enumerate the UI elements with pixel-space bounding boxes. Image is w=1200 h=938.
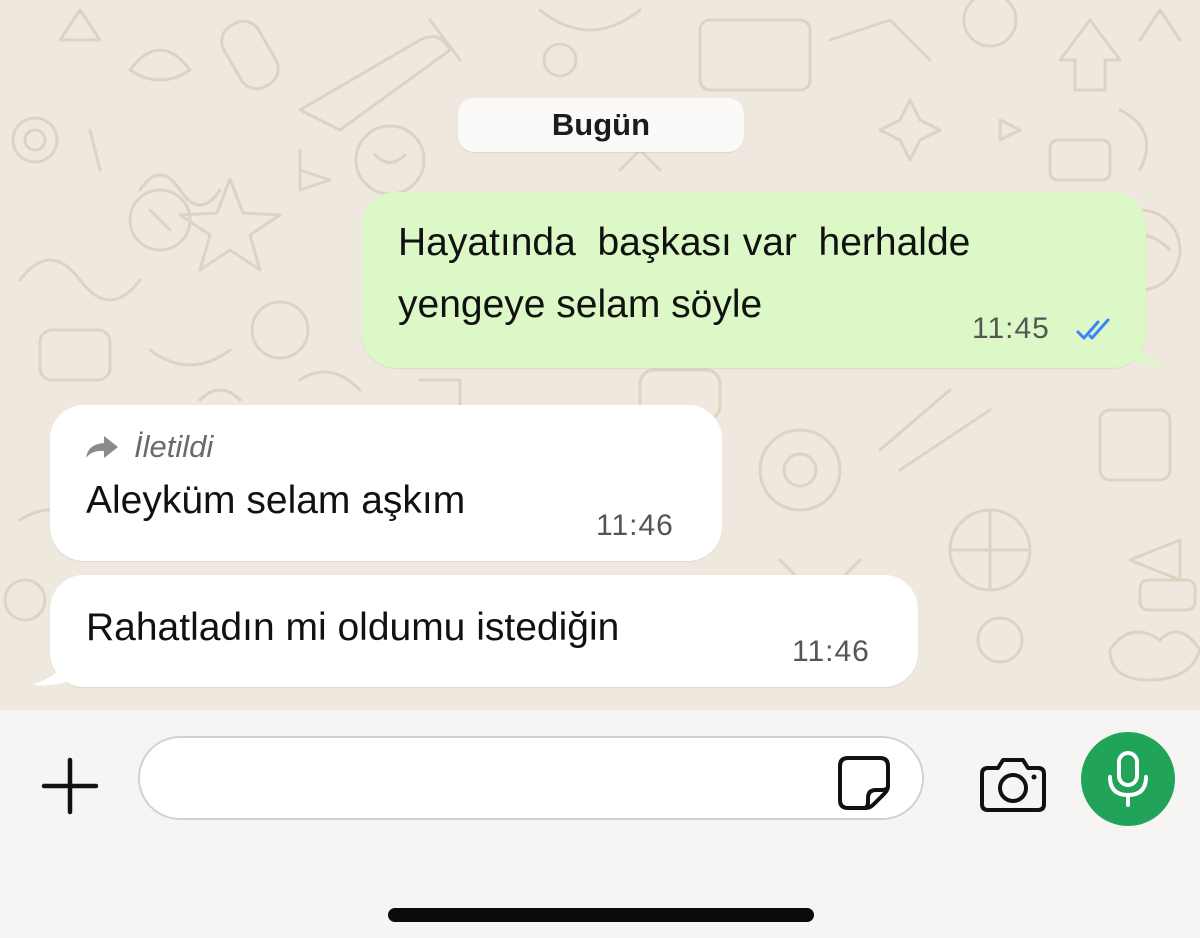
chat-screen: Bugün Hayatında başkası var herhalde yen…	[0, 0, 1200, 938]
plus-icon[interactable]	[40, 756, 100, 816]
date-separator: Bugün	[458, 98, 744, 152]
sticker-icon[interactable]	[834, 752, 894, 812]
microphone-icon	[1108, 751, 1148, 807]
home-indicator[interactable]	[388, 908, 814, 922]
message-text: Rahatladın mi oldumu istediğin	[86, 606, 620, 649]
message-text: Aleyküm selam aşkım	[86, 479, 466, 522]
message-text: Hayatında başkası var herhalde yengeye s…	[398, 212, 970, 336]
read-receipt-icon	[1076, 318, 1110, 340]
incoming-message[interactable]: İletildi Aleyküm selam aşkım 11:46	[50, 405, 722, 561]
message-input[interactable]	[138, 736, 924, 820]
message-timestamp: 11:46	[596, 509, 674, 542]
composer-bar	[0, 710, 1200, 938]
forwarded-label: İletildi	[134, 429, 214, 464]
microphone-button[interactable]	[1081, 732, 1175, 826]
bubble-tail	[32, 643, 76, 686]
message-line: Hayatında başkası var herhalde	[398, 221, 971, 264]
message-line: yengeye selam söyle	[398, 283, 763, 326]
message-timestamp: 11:45	[972, 312, 1050, 345]
camera-icon[interactable]	[978, 754, 1048, 814]
message-timestamp: 11:46	[792, 635, 870, 668]
forwarded-indicator: İletildi	[84, 429, 213, 465]
forward-arrow-icon	[86, 436, 118, 458]
bubble-tail	[1126, 326, 1166, 366]
incoming-message[interactable]: Rahatladın mi oldumu istediğin 11:46	[32, 575, 918, 687]
outgoing-message[interactable]: Hayatında başkası var herhalde yengeye s…	[362, 192, 1166, 368]
